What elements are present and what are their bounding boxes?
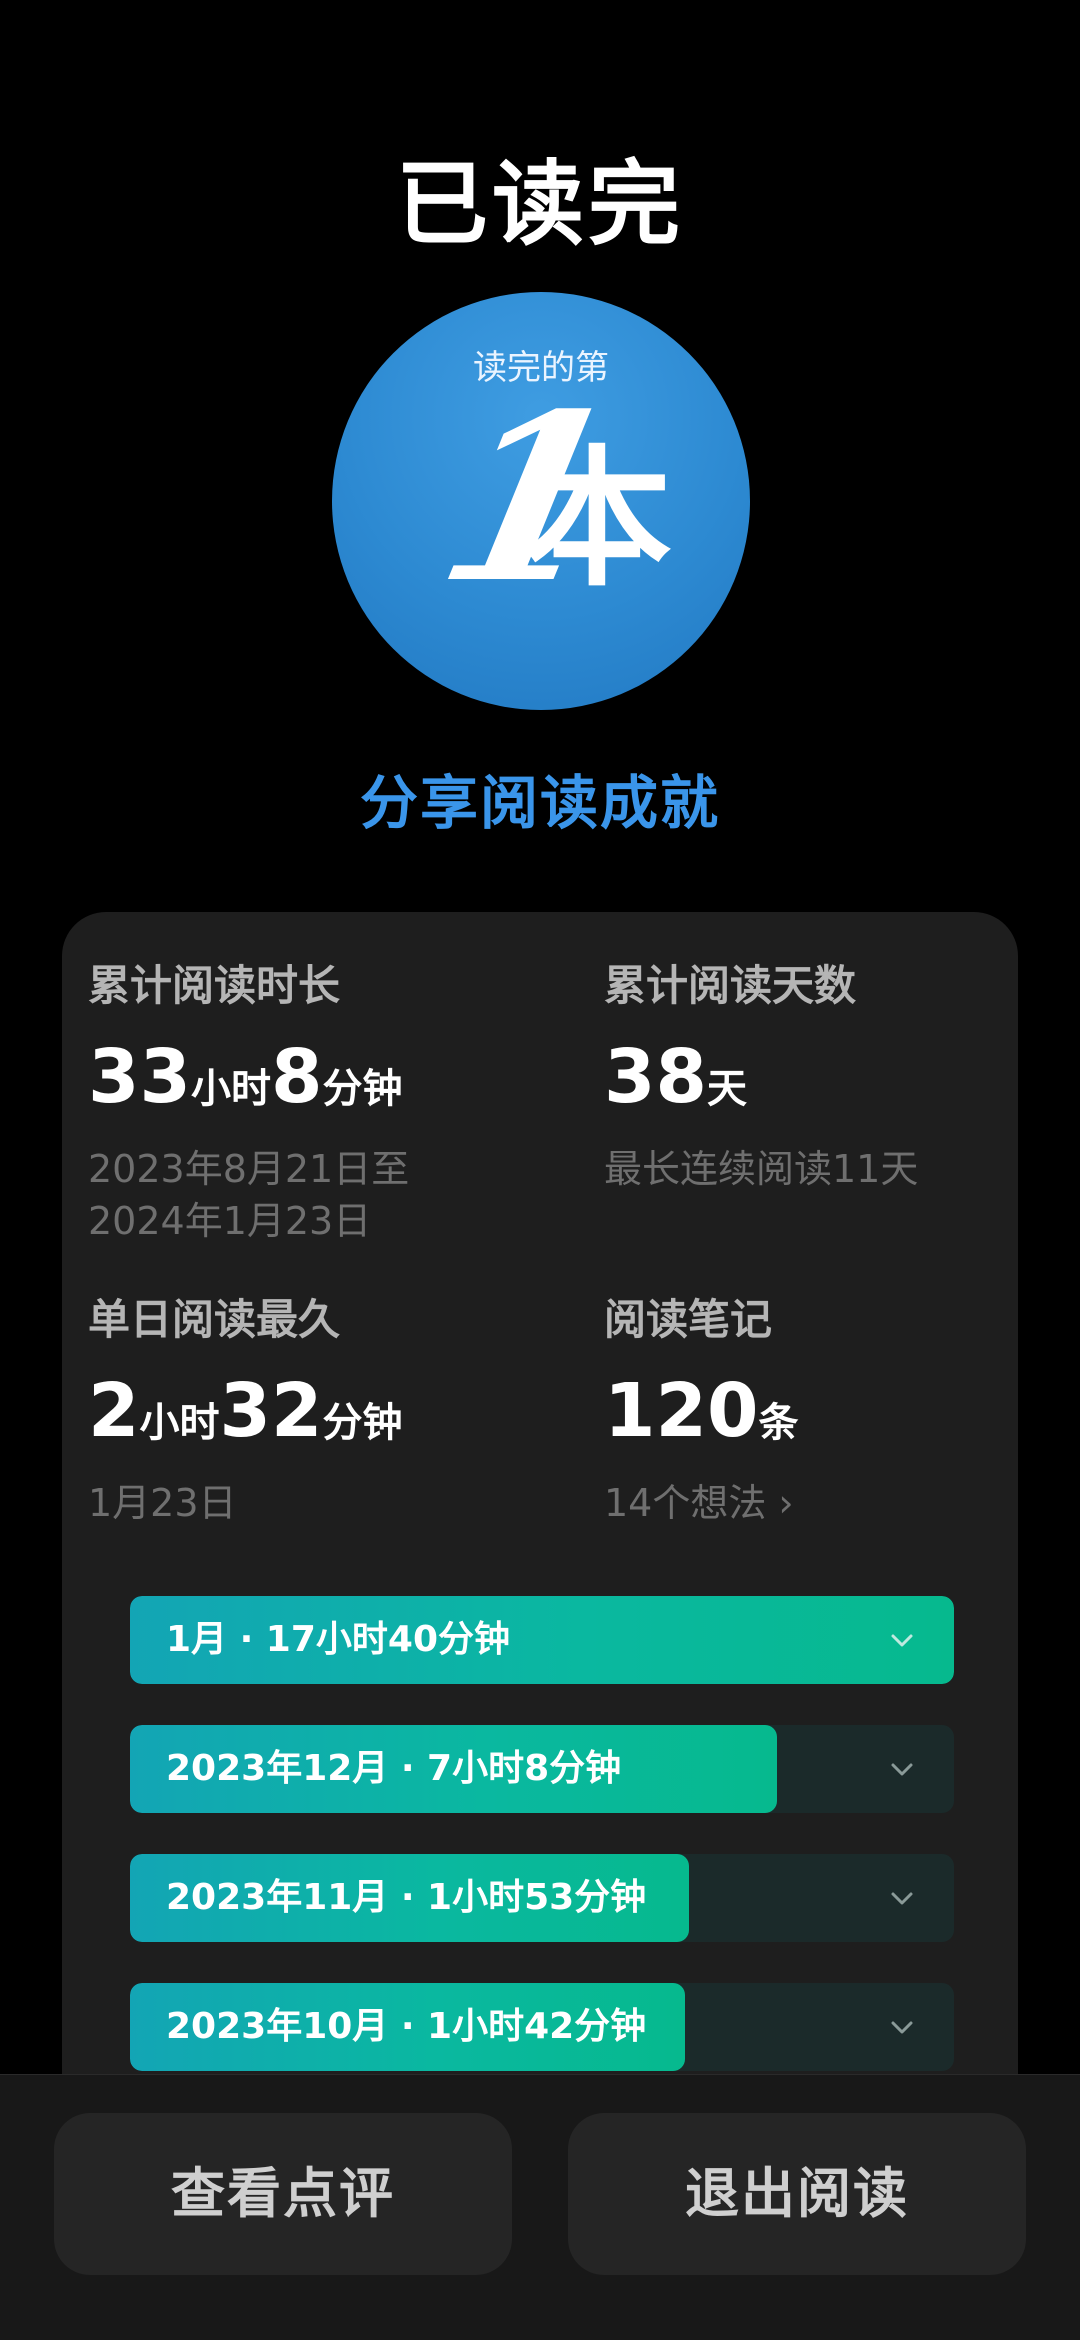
longest-streak: 最长连续阅读11天: [604, 1147, 919, 1191]
reading-complete-page: 已读完 读完的第 1 本 分享阅读成就 累计阅读时长 33小时8分钟 2023年…: [0, 0, 1080, 2340]
hours-unit: 小时: [139, 1400, 220, 1446]
notes-unit: 条: [758, 1400, 799, 1446]
chevron-down-icon[interactable]: [888, 1626, 916, 1654]
month-row[interactable]: 1月 · 17小时40分钟: [130, 1596, 954, 1684]
bottom-action-bar: 查看点评 退出阅读: [0, 2074, 1080, 2340]
stat-notes: 阅读笔记 120条 14个想法 ›: [604, 1286, 1024, 1529]
monthly-reading-list: 1月 · 17小时40分钟 2023年12月 · 7小时8分钟 2023年11月…: [130, 1596, 954, 2112]
month-row[interactable]: 2023年12月 · 7小时8分钟: [130, 1725, 954, 1813]
month-label: 2023年12月 · 7小时8分钟: [166, 1748, 622, 1789]
days-value: 38: [604, 1034, 707, 1120]
stat-value: 2小时32分钟: [88, 1371, 508, 1463]
minutes-value: 8: [270, 1034, 323, 1120]
exit-reading-button[interactable]: 退出阅读: [568, 2113, 1026, 2275]
stat-sub: 2023年8月21日至 2024年1月23日: [88, 1143, 508, 1247]
stat-total-time: 累计阅读时长 33小时8分钟 2023年8月21日至 2024年1月23日: [88, 952, 508, 1247]
stat-value: 38天: [604, 1037, 1024, 1129]
page-title: 已读完: [395, 150, 684, 258]
days-unit: 天: [706, 1066, 747, 1112]
achievement-badge: 读完的第 1 本: [332, 292, 750, 710]
hours-value: 33: [88, 1034, 191, 1120]
thoughts-link[interactable]: 14个想法 ›: [604, 1477, 1024, 1529]
stat-label: 累计阅读时长: [88, 961, 341, 1010]
stat-total-days: 累计阅读天数 38天 最长连续阅读11天: [604, 952, 1024, 1195]
share-achievement-link[interactable]: 分享阅读成就: [0, 756, 1080, 840]
date-range-start: 2023年8月21日至: [88, 1147, 410, 1191]
notes-value: 120: [604, 1368, 759, 1454]
chevron-down-icon[interactable]: [888, 1884, 916, 1912]
stat-label: 阅读笔记: [604, 1295, 773, 1344]
month-label: 2023年10月 · 1小时42分钟: [166, 2006, 647, 2047]
longest-day-date: 1月23日: [88, 1481, 237, 1525]
badge-unit: 本: [522, 431, 673, 607]
minutes-unit: 分钟: [322, 1400, 403, 1446]
hours-unit: 小时: [190, 1066, 271, 1112]
stat-longest-day: 单日阅读最久 2小时32分钟 1月23日: [88, 1286, 508, 1529]
badge-count: 1 本: [332, 364, 750, 634]
minutes-value: 32: [219, 1368, 323, 1454]
stat-label: 单日阅读最久: [88, 1295, 341, 1344]
month-label: 2023年11月 · 1小时53分钟: [166, 1877, 647, 1918]
month-row[interactable]: 2023年10月 · 1小时42分钟: [130, 1983, 954, 2071]
hours-value: 2: [88, 1368, 140, 1454]
month-label: 1月 · 17小时40分钟: [166, 1619, 510, 1660]
stat-value: 120条: [604, 1371, 1024, 1463]
minutes-unit: 分钟: [322, 1066, 403, 1112]
chevron-down-icon[interactable]: [888, 1755, 916, 1783]
stat-value: 33小时8分钟: [88, 1037, 508, 1129]
month-row[interactable]: 2023年11月 · 1小时53分钟: [130, 1854, 954, 1942]
view-review-button[interactable]: 查看点评: [54, 2113, 512, 2275]
chevron-down-icon[interactable]: [888, 2013, 916, 2041]
date-range-end: 2024年1月23日: [88, 1199, 372, 1243]
stat-label: 累计阅读天数: [604, 961, 857, 1010]
